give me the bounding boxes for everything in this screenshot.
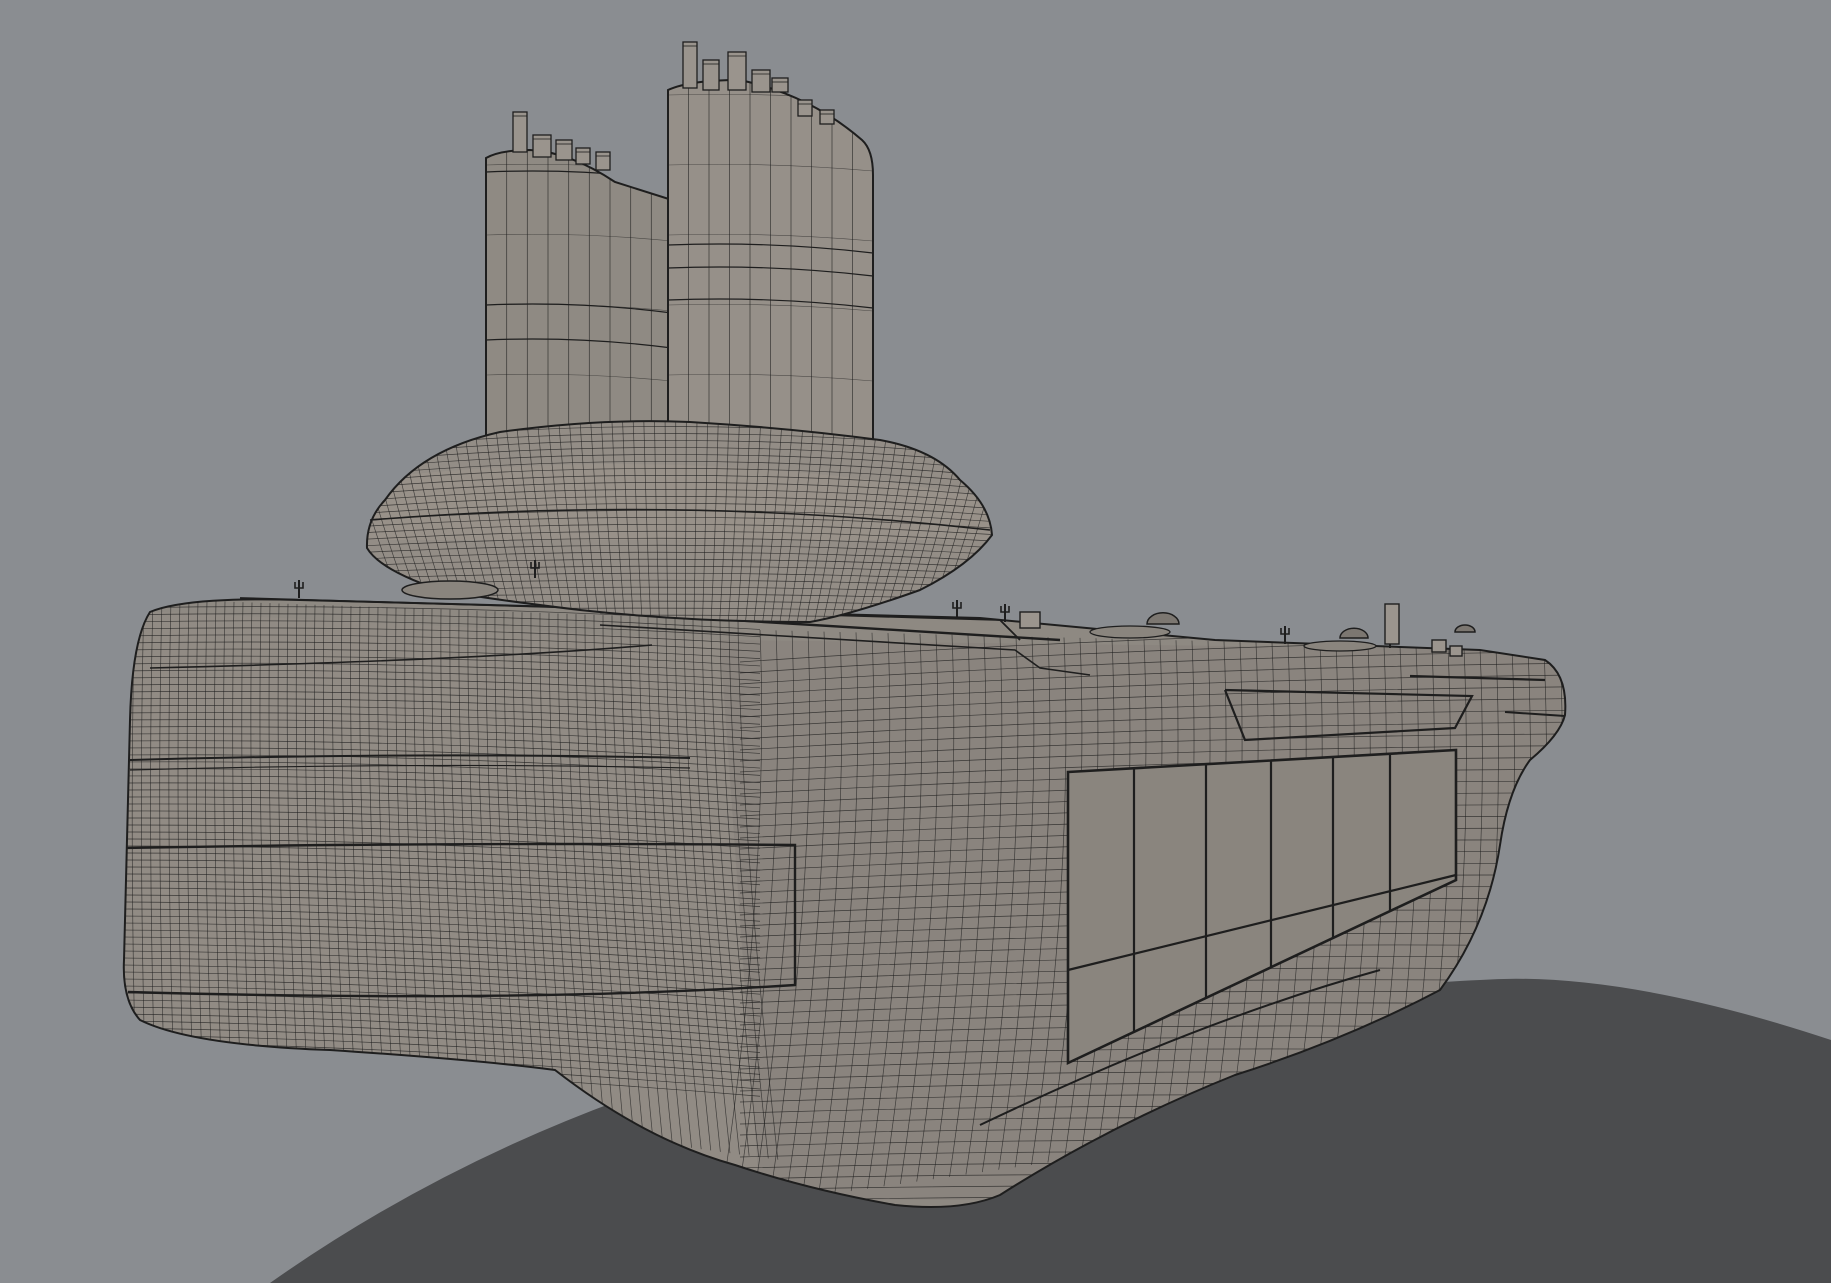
funnel-left[interactable] — [485, 149, 673, 451]
3d-viewport[interactable] — [0, 0, 1831, 1283]
ship-wireframe-render — [122, 41, 1831, 1283]
funnel-right[interactable] — [667, 79, 874, 453]
